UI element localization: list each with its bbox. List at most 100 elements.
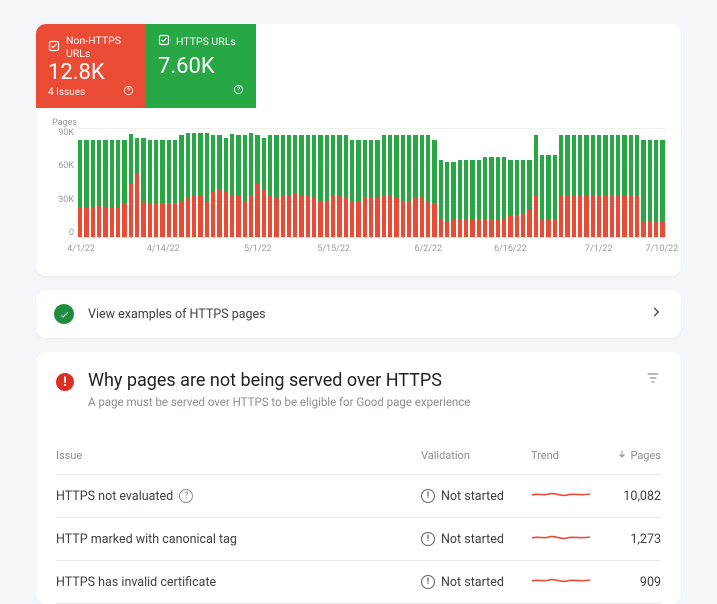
bar-column[interactable] — [141, 128, 145, 237]
bar-column[interactable] — [274, 128, 278, 237]
bar-column[interactable] — [186, 128, 190, 237]
bar-column[interactable] — [363, 128, 367, 237]
bar-column[interactable] — [641, 128, 645, 237]
bar-column[interactable] — [483, 128, 487, 237]
bar-column[interactable] — [540, 128, 544, 237]
bar-column[interactable] — [268, 128, 272, 237]
bar-column[interactable] — [375, 128, 379, 237]
bar-column[interactable] — [312, 128, 316, 237]
bar-column[interactable] — [432, 128, 436, 237]
bar-column[interactable] — [635, 128, 639, 237]
bar-column[interactable] — [534, 128, 538, 237]
bar-column[interactable] — [179, 128, 183, 237]
bar-column[interactable] — [610, 128, 614, 237]
bar-column[interactable] — [660, 128, 664, 237]
bar-column[interactable] — [224, 128, 228, 237]
bar-column[interactable] — [129, 128, 133, 237]
bar-column[interactable] — [243, 128, 247, 237]
bar-column[interactable] — [464, 128, 468, 237]
bar-column[interactable] — [154, 128, 158, 237]
bar-column[interactable] — [382, 128, 386, 237]
bar-column[interactable] — [160, 128, 164, 237]
help-icon[interactable] — [233, 84, 244, 98]
bar-column[interactable] — [122, 128, 126, 237]
bar-column[interactable] — [293, 128, 297, 237]
bar-column[interactable] — [578, 128, 582, 237]
bar-column[interactable] — [527, 128, 531, 237]
bar-column[interactable] — [173, 128, 177, 237]
bar-column[interactable] — [135, 128, 139, 237]
bar-column[interactable] — [198, 128, 202, 237]
bar-column[interactable] — [591, 128, 595, 237]
bar-column[interactable] — [356, 128, 360, 237]
bar-column[interactable] — [331, 128, 335, 237]
bar-column[interactable] — [369, 128, 373, 237]
bar-column[interactable] — [167, 128, 171, 237]
bar-column[interactable] — [584, 128, 588, 237]
bar-column[interactable] — [103, 128, 107, 237]
bar-column[interactable] — [205, 128, 209, 237]
bar-column[interactable] — [426, 128, 430, 237]
bar-column[interactable] — [217, 128, 221, 237]
tile-https[interactable]: HTTPS URLs 7.60K — [146, 24, 256, 108]
bar-column[interactable] — [350, 128, 354, 237]
bar-column[interactable] — [91, 128, 95, 237]
bar-column[interactable] — [299, 128, 303, 237]
bar-column[interactable] — [148, 128, 152, 237]
bar-column[interactable] — [255, 128, 259, 237]
filter-icon[interactable] — [645, 370, 661, 390]
bar-column[interactable] — [629, 128, 633, 237]
bar-column[interactable] — [521, 128, 525, 237]
bar-column[interactable] — [249, 128, 253, 237]
bar-column[interactable] — [445, 128, 449, 237]
bar-column[interactable] — [546, 128, 550, 237]
bar-column[interactable] — [616, 128, 620, 237]
bar-column[interactable] — [344, 128, 348, 237]
bar-column[interactable] — [489, 128, 493, 237]
table-row[interactable]: HTTPS has invalid certificate!Not starte… — [56, 561, 661, 604]
bar-column[interactable] — [230, 128, 234, 237]
bar-column[interactable] — [553, 128, 557, 237]
bar-column[interactable] — [337, 128, 341, 237]
bar-column[interactable] — [407, 128, 411, 237]
bar-column[interactable] — [97, 128, 101, 237]
bar-column[interactable] — [110, 128, 114, 237]
bar-column[interactable] — [470, 128, 474, 237]
table-row[interactable]: HTTP marked with canonical tag!Not start… — [56, 518, 661, 561]
bar-column[interactable] — [508, 128, 512, 237]
bar-column[interactable] — [502, 128, 506, 237]
bar-column[interactable] — [648, 128, 652, 237]
view-examples-row[interactable]: View examples of HTTPS pages — [36, 290, 681, 338]
bar-column[interactable] — [413, 128, 417, 237]
bar-column[interactable] — [192, 128, 196, 237]
bar-column[interactable] — [306, 128, 310, 237]
bar-column[interactable] — [211, 128, 215, 237]
bar-column[interactable] — [622, 128, 626, 237]
bar-column[interactable] — [458, 128, 462, 237]
bar-column[interactable] — [236, 128, 240, 237]
bar-column[interactable] — [565, 128, 569, 237]
bar-column[interactable] — [603, 128, 607, 237]
bar-column[interactable] — [78, 128, 82, 237]
bar-column[interactable] — [262, 128, 266, 237]
bar-column[interactable] — [394, 128, 398, 237]
bar-column[interactable] — [515, 128, 519, 237]
bar-column[interactable] — [572, 128, 576, 237]
bar-column[interactable] — [496, 128, 500, 237]
bar-column[interactable] — [439, 128, 443, 237]
help-icon[interactable] — [123, 85, 134, 99]
bar-column[interactable] — [325, 128, 329, 237]
bar-column[interactable] — [477, 128, 481, 237]
bar-column[interactable] — [559, 128, 563, 237]
bar-column[interactable] — [388, 128, 392, 237]
bar-column[interactable] — [451, 128, 455, 237]
bar-column[interactable] — [654, 128, 658, 237]
bar-column[interactable] — [287, 128, 291, 237]
help-icon[interactable]: ? — [179, 489, 193, 503]
bar-column[interactable] — [116, 128, 120, 237]
bar-column[interactable] — [401, 128, 405, 237]
tile-non-https[interactable]: Non-HTTPS URLs 12.8K 4 Issues — [36, 24, 146, 108]
bar-column[interactable] — [420, 128, 424, 237]
table-row[interactable]: HTTPS not evaluated?!Not started10,082 — [56, 475, 661, 518]
bar-column[interactable] — [281, 128, 285, 237]
